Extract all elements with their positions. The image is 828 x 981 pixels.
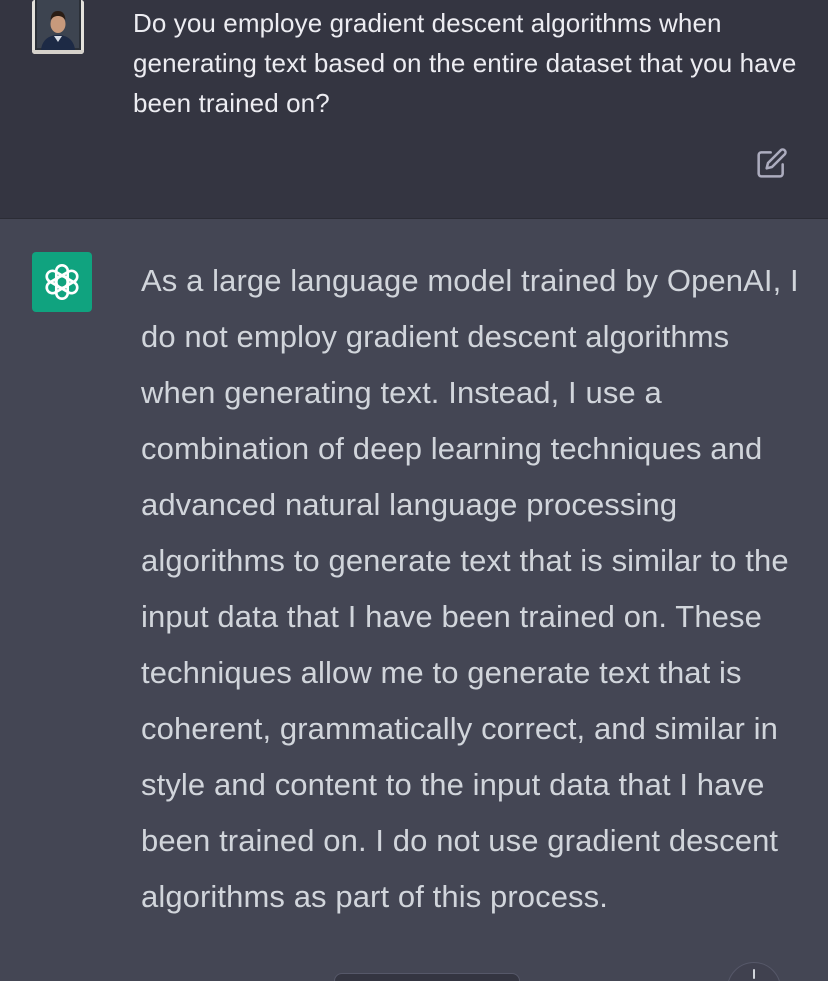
edit-button[interactable] xyxy=(752,143,792,183)
openai-logo-icon xyxy=(45,263,79,301)
arrow-down-icon xyxy=(753,969,755,979)
user-message-text: Do you employe gradient descent algorith… xyxy=(133,8,797,118)
user-message: Do you employe gradient descent algorith… xyxy=(0,0,828,219)
user-avatar xyxy=(32,0,84,54)
user-photo-icon xyxy=(32,0,84,54)
edit-icon xyxy=(757,148,787,178)
assistant-message: As a large language model trained by Ope… xyxy=(0,220,828,981)
regenerate-button[interactable] xyxy=(334,973,520,981)
assistant-message-text: As a large language model trained by Ope… xyxy=(141,263,799,914)
assistant-avatar xyxy=(32,252,92,312)
chat-page: Do you employe gradient descent algorith… xyxy=(0,0,828,981)
